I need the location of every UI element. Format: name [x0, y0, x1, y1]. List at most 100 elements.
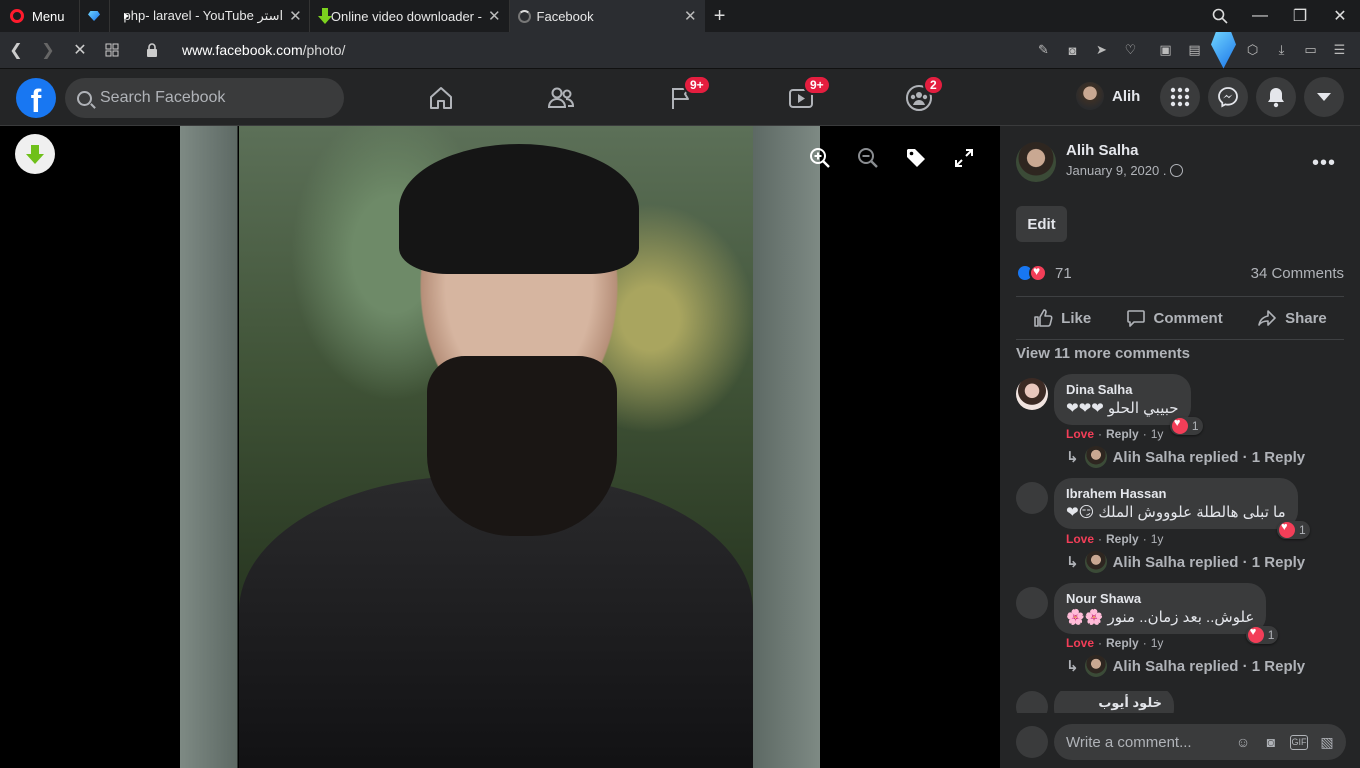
nav-home[interactable] — [421, 79, 461, 117]
tab-title: Facebook — [536, 8, 594, 24]
post-date-text[interactable]: January 9, 2020 . — [1066, 163, 1166, 178]
author-name[interactable]: Alih Salha — [1066, 142, 1183, 159]
opera-menu-button[interactable]: Menu — [0, 0, 79, 32]
comment-reaction[interactable]: 1 — [1169, 417, 1203, 435]
reaction-count[interactable]: 71 — [1055, 265, 1072, 282]
view-replies-link[interactable]: ↳ Alih Salha replied · 1 Reply — [1066, 551, 1305, 573]
close-icon[interactable]: ✕ — [684, 7, 697, 25]
emoji-icon[interactable]: ☺ — [1234, 734, 1252, 751]
avatar[interactable] — [1016, 142, 1056, 182]
commenter-name[interactable]: خلود أيوب — [1066, 695, 1162, 711]
comment-button[interactable]: Comment — [1126, 308, 1223, 328]
share-icon — [1258, 310, 1276, 326]
avatar[interactable] — [1016, 587, 1048, 619]
notifications-button[interactable] — [1256, 77, 1296, 117]
stop-loading-icon[interactable]: ✕ — [64, 32, 96, 69]
back-icon[interactable]: ❮ — [0, 32, 32, 69]
view-more-comments-link[interactable]: View 11 more comments — [1016, 345, 1190, 362]
search-box[interactable] — [65, 78, 344, 118]
snapshot-icon[interactable]: ◙ — [1060, 32, 1085, 69]
comment-love-link[interactable]: Love — [1066, 636, 1094, 650]
commenter-name[interactable]: Nour Shawa — [1066, 591, 1254, 606]
download-arrow-icon — [317, 8, 333, 24]
comment-reply-link[interactable]: Reply — [1106, 532, 1139, 546]
new-tab-button[interactable]: + — [705, 0, 735, 32]
camera-icon[interactable]: ◙ — [1262, 734, 1280, 751]
avatar[interactable] — [1016, 691, 1048, 713]
opera-menu-label: Menu — [32, 8, 65, 24]
avatar[interactable] — [1016, 482, 1048, 514]
facebook-logo-icon[interactable]: f — [16, 78, 56, 118]
close-icon[interactable]: ✕ — [488, 7, 501, 25]
gem-extension-icon[interactable] — [1211, 31, 1236, 69]
tab-facebook[interactable]: Facebook ✕ — [508, 0, 705, 32]
window-controls: — ❐ ✕ — [1200, 0, 1360, 32]
tab-title: Online video downloader - — [330, 8, 482, 24]
close-icon[interactable]: ✕ — [289, 7, 302, 25]
replies-label: Alih Salha replied · 1 Reply — [1112, 448, 1306, 466]
account-button[interactable] — [1304, 77, 1344, 117]
messenger-button[interactable] — [1208, 77, 1248, 117]
view-replies-link[interactable]: ↳ Alih Salha replied · 1 Reply — [1066, 655, 1305, 677]
extension-note-icon[interactable]: ▤ — [1182, 32, 1207, 69]
browser-search-icon[interactable] — [1200, 0, 1240, 32]
search-input[interactable] — [100, 89, 320, 107]
heart-icon[interactable]: ♡ — [1118, 32, 1143, 69]
downloads-icon[interactable]: ⤓ — [1269, 32, 1294, 69]
battery-saver-icon[interactable]: ▭ — [1298, 32, 1323, 69]
forward-icon[interactable]: ❯ — [32, 32, 64, 69]
fullscreen-icon[interactable] — [952, 146, 976, 170]
nav-pages[interactable]: 9+ — [661, 75, 711, 117]
more-options-icon[interactable]: ••• — [1312, 152, 1336, 175]
love-reaction-icon — [1029, 264, 1047, 282]
extension-cube-icon[interactable]: ▣ — [1153, 32, 1178, 69]
easy-setup-icon[interactable]: ☰ — [1327, 32, 1352, 69]
avatar[interactable] — [1016, 378, 1048, 410]
comment-composer[interactable]: ☺ ◙ GIF ▧ — [1054, 724, 1346, 760]
zoom-in-icon[interactable] — [808, 146, 832, 170]
gif-icon[interactable]: GIF — [1290, 734, 1308, 750]
comment-meta: Love · Reply · 1y — [1066, 532, 1164, 546]
nav-watch[interactable]: 9+ — [781, 75, 831, 117]
profile-shortcut[interactable]: Alih — [1076, 82, 1140, 110]
commenter-name[interactable]: Ibrahem Hassan — [1066, 486, 1286, 501]
restore-icon[interactable]: ❐ — [1280, 0, 1320, 32]
edit-page-icon[interactable]: ✎ — [1031, 32, 1056, 69]
comment-reply-link[interactable]: Reply — [1106, 427, 1139, 441]
view-replies-link[interactable]: ↳ Alih Salha replied · 1 Reply — [1066, 446, 1305, 468]
minimize-icon[interactable]: — — [1240, 0, 1280, 32]
video-download-button[interactable] — [15, 134, 55, 174]
lock-icon[interactable] — [136, 32, 168, 69]
tab-grid-icon[interactable] — [96, 32, 128, 69]
tag-icon[interactable] — [904, 146, 928, 170]
tab-title: php- laravel - YouTube استر — [123, 8, 284, 23]
box-icon[interactable]: ⬡ — [1240, 32, 1265, 69]
url-field[interactable]: www.facebook.com/photo/ — [182, 42, 345, 58]
edit-button[interactable]: Edit — [1016, 206, 1067, 242]
commenter-name[interactable]: Dina Salha — [1066, 382, 1179, 397]
share-label: Share — [1285, 309, 1327, 327]
pinned-tab[interactable] — [78, 0, 109, 32]
tab-youtube[interactable]: php- laravel - YouTube استر ✕ — [108, 0, 309, 32]
comment-input[interactable] — [1066, 733, 1226, 751]
zoom-out-icon[interactable] — [856, 146, 880, 170]
profile-photo[interactable] — [239, 126, 753, 768]
close-window-icon[interactable]: ✕ — [1320, 0, 1360, 32]
comment-reaction[interactable]: 1 — [1245, 626, 1279, 644]
share-button[interactable]: Share — [1257, 308, 1327, 328]
nav-groups[interactable]: 2 — [899, 75, 944, 117]
send-icon[interactable]: ➤ — [1089, 32, 1114, 69]
comments-count[interactable]: 34 Comments — [1251, 265, 1344, 282]
address-bar: ❮ ❯ ✕ www.facebook.com/photo/ ✎ ◙ ➤ ♡ ▣ … — [0, 31, 1360, 69]
comment-reply-link[interactable]: Reply — [1106, 636, 1139, 650]
like-button[interactable]: Like — [1033, 308, 1091, 328]
sticker-icon[interactable]: ▧ — [1318, 734, 1336, 751]
comment-love-link[interactable]: Love — [1066, 532, 1094, 546]
comment-text: حبيبي الحلو ❤❤❤ — [1066, 400, 1179, 417]
tab-downloader[interactable]: Online video downloader - ✕ — [308, 0, 509, 32]
nav-friends[interactable] — [541, 79, 581, 117]
pages-badge: 9+ — [683, 75, 711, 95]
comment-love-link[interactable]: Love — [1066, 427, 1094, 441]
comment-reaction[interactable]: 1 — [1276, 521, 1310, 539]
menu-grid-button[interactable] — [1160, 77, 1200, 117]
